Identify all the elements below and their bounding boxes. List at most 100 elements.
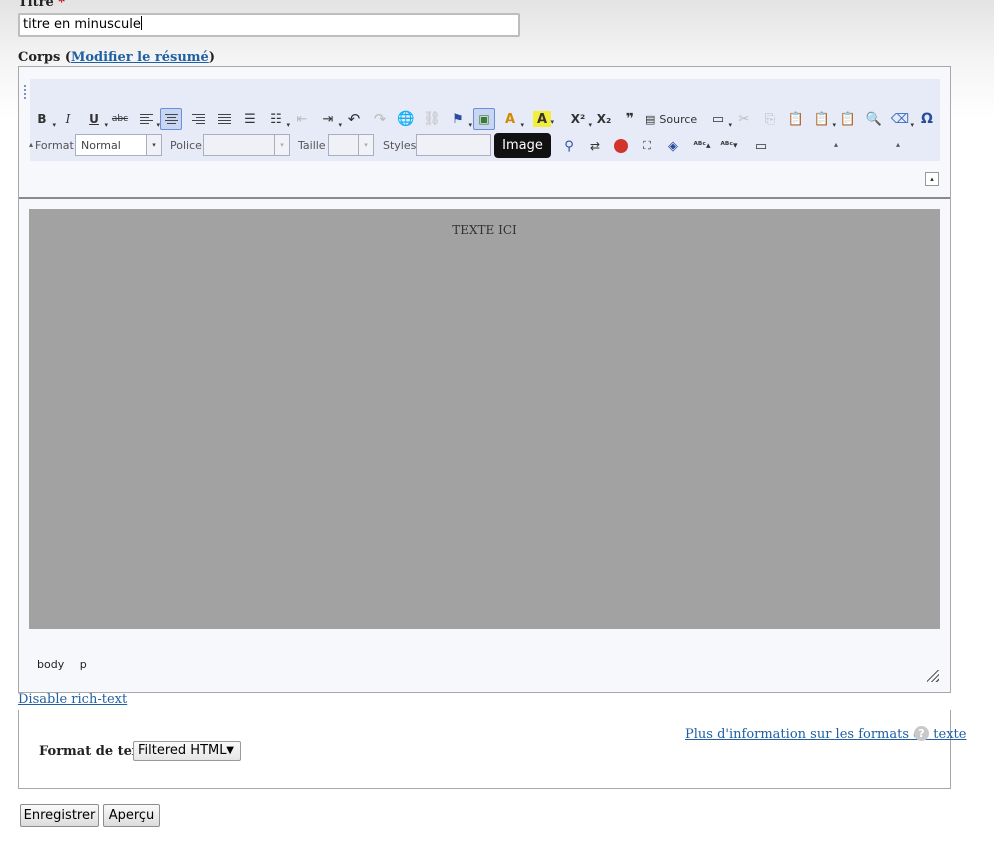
edit-summary-link[interactable]: Modifier le résumé — [71, 50, 209, 65]
subscript-button[interactable]: X₂ — [593, 108, 615, 130]
spellcheck-button[interactable]: ᴬᴮᶜ▴ — [689, 135, 715, 157]
cut-button[interactable]: ✂ — [733, 108, 755, 130]
background-color-icon: A — [536, 111, 548, 127]
indent-icon: ⇥ — [322, 111, 334, 127]
horizontal-rule-button[interactable]: ▭ ▾ — [707, 108, 732, 130]
resize-grip-icon[interactable] — [927, 670, 939, 682]
format-value: Normal — [81, 139, 121, 152]
align-center-button[interactable] — [160, 108, 182, 130]
element-path-bar: body p — [37, 658, 99, 671]
paste-word-button[interactable]: 📋 — [837, 108, 859, 130]
chevron-down-icon: ▾ — [52, 121, 56, 129]
numbered-list-button[interactable]: ☷ ▾ — [265, 108, 290, 130]
blockquote-button[interactable]: ❞ — [619, 108, 641, 130]
undo-button[interactable]: ↶ — [343, 108, 365, 130]
align-right-icon — [191, 113, 205, 125]
superscript-icon: X² — [570, 112, 586, 126]
source-button[interactable]: ▤ Source — [645, 108, 705, 130]
underline-button[interactable]: U ▾ — [83, 108, 108, 130]
copy-button[interactable]: ⎘ — [759, 108, 781, 130]
size-select[interactable]: ▾ — [328, 134, 374, 156]
unlink-icon: ⛓ — [423, 111, 441, 127]
path-item-body[interactable]: body — [37, 658, 64, 671]
paste-button[interactable]: 📋 — [785, 108, 807, 130]
eraser-icon: ⌫ — [890, 111, 910, 127]
text-color-button[interactable]: A ▾ — [499, 108, 524, 130]
special-char-button[interactable]: Ω — [916, 108, 938, 130]
chevron-down-icon: ▾ — [588, 121, 592, 129]
outdent-icon: ⇤ — [296, 111, 308, 127]
path-item-p[interactable]: p — [80, 658, 87, 671]
title-label: Titre * — [18, 0, 65, 10]
italic-button[interactable]: I — [57, 108, 79, 130]
disable-rich-text-link[interactable]: Disable rich-text — [18, 692, 127, 707]
align-left-button[interactable]: ▾ — [135, 108, 160, 130]
up-arrow-icon: ▴ — [834, 140, 839, 149]
bulleted-list-icon: ☰ — [244, 111, 256, 127]
up-arrow-icon: ▴ — [896, 140, 901, 149]
link-button[interactable]: 🌐 — [395, 108, 417, 130]
text-format-value: Filtered HTML — [138, 743, 227, 758]
replace-button[interactable]: ⇄ — [584, 135, 606, 157]
chevron-down-icon: ▾ — [104, 121, 108, 129]
anchor-button[interactable]: ⚑ ▾ — [447, 108, 472, 130]
title-label-text: Titre — [18, 0, 54, 10]
collapse-toolbar-button[interactable]: ▴ — [925, 172, 939, 186]
toolbar-grip[interactable] — [24, 85, 28, 99]
paste-text-icon: 📋 — [813, 111, 831, 127]
underline-icon: U — [89, 112, 99, 126]
background-color-button[interactable]: A ▾ — [533, 111, 554, 127]
strikethrough-button[interactable]: abc — [109, 108, 131, 130]
page-break-button[interactable]: ▭ — [750, 135, 772, 157]
bulleted-list-button[interactable]: ☰ — [239, 108, 261, 130]
justify-button[interactable] — [213, 108, 235, 130]
source-label: Source — [659, 112, 698, 126]
text-format-select[interactable]: Filtered HTML ▼ — [133, 741, 241, 761]
select-all-button[interactable]: ⛶ — [636, 135, 658, 157]
size-label: Taille — [298, 139, 326, 152]
image-tooltip: Image — [494, 133, 551, 158]
font-select[interactable]: ▾ — [203, 134, 290, 156]
subscript-icon: X₂ — [596, 112, 612, 126]
redo-button[interactable]: ↷ — [369, 108, 391, 130]
numbered-list-icon: ☷ — [270, 111, 282, 127]
paste-text-button[interactable]: 📋 ▾ — [811, 108, 836, 130]
binoculars-icon: ⚲ — [564, 138, 574, 154]
chevron-down-icon: ▾ — [146, 135, 161, 155]
superscript-button[interactable]: X² ▾ — [567, 108, 592, 130]
content-text: TEXTE ICI — [452, 223, 517, 237]
binoculars-button[interactable]: ⚲ — [558, 135, 580, 157]
outdent-button[interactable]: ⇤ — [291, 108, 313, 130]
format-label: Format — [35, 139, 74, 152]
styles-select[interactable] — [416, 134, 491, 156]
replace-icon: ⇄ — [589, 139, 601, 153]
preview-button[interactable]: Aperçu — [103, 804, 160, 827]
omega-icon: Ω — [921, 111, 933, 127]
iframe-icon: ◈ — [668, 138, 678, 154]
paste-icon: 📋 — [787, 111, 805, 127]
spellcheck-icon: ᴬᴮᶜ▴ — [693, 141, 711, 151]
editor-content-area[interactable]: TEXTE ICI — [29, 209, 940, 629]
question-icon[interactable]: ? — [914, 726, 929, 741]
indent-button[interactable]: ⇥ ▾ — [317, 108, 342, 130]
image-button[interactable]: ▣ — [473, 108, 495, 130]
save-button[interactable]: Enregistrer — [20, 804, 99, 827]
remove-format-button[interactable]: ⌫ ▾ — [889, 108, 914, 130]
chevron-down-icon: ▾ — [910, 121, 914, 129]
flash-button[interactable] — [610, 135, 632, 157]
format-select[interactable]: Normal ▾ — [75, 134, 162, 156]
scayt-icon: ᴬᴮᶜ▾ — [720, 141, 738, 151]
iframe-button[interactable]: ◈ — [662, 135, 684, 157]
title-input[interactable]: titre en minuscule — [18, 13, 520, 37]
bold-button[interactable]: B ▾ — [31, 108, 56, 130]
unlink-button[interactable]: ⛓ — [421, 108, 443, 130]
link-icon: 🌐 — [397, 111, 415, 127]
body-label-text: Corps — [18, 50, 61, 65]
justify-icon — [217, 113, 231, 125]
horizontal-rule-icon: ▭ — [711, 111, 725, 127]
find-button[interactable]: 🔍 — [863, 108, 885, 130]
scayt-button[interactable]: ᴬᴮᶜ▾ — [716, 135, 742, 157]
bold-icon: B — [37, 112, 47, 126]
chevron-down-icon: ▾ — [338, 121, 342, 129]
align-right-button[interactable] — [187, 108, 209, 130]
